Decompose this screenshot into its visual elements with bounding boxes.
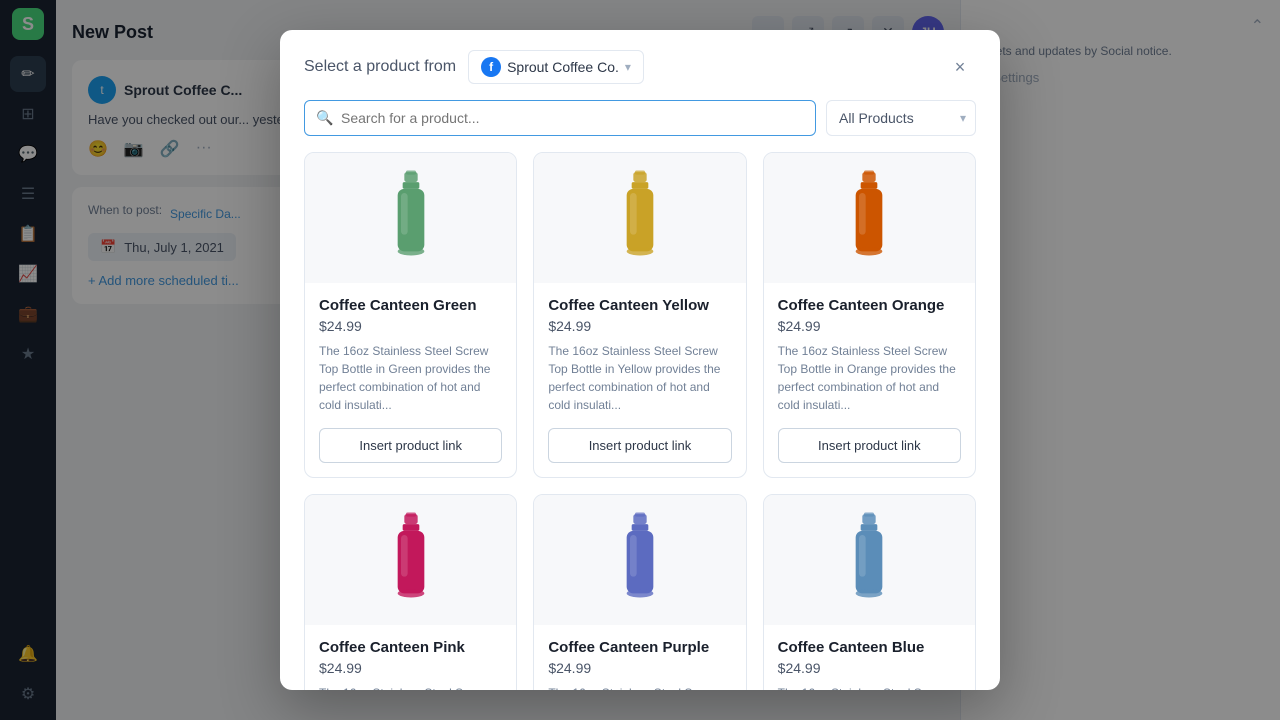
product-price-orange: $24.99 (778, 318, 961, 334)
source-name: Sprout Coffee Co. (507, 59, 619, 75)
product-desc-blue: The 16oz Stainless Steel Screw Top Bottl… (778, 684, 961, 690)
product-card-orange: Coffee Canteen Orange $24.99 The 16oz St… (763, 152, 976, 478)
product-name-pink: Coffee Canteen Pink (319, 639, 502, 656)
product-price-blue: $24.99 (778, 660, 961, 676)
product-info-yellow: Coffee Canteen Yellow $24.99 The 16oz St… (534, 283, 745, 428)
product-image-yellow (534, 153, 745, 283)
filter-select[interactable]: All Products Featured On Sale (826, 100, 976, 136)
product-name-purple: Coffee Canteen Purple (548, 639, 731, 656)
product-modal: Select a product from f Sprout Coffee Co… (280, 30, 1000, 690)
modal-body: Coffee Canteen Green $24.99 The 16oz Sta… (280, 152, 1000, 690)
insert-link-button-yellow[interactable]: Insert product link (548, 428, 731, 463)
product-name-orange: Coffee Canteen Orange (778, 297, 961, 314)
product-desc-pink: The 16oz Stainless Steel Screw Top Bottl… (319, 684, 502, 690)
product-price-yellow: $24.99 (548, 318, 731, 334)
product-name-yellow: Coffee Canteen Yellow (548, 297, 731, 314)
modal-close-button[interactable]: × (944, 51, 976, 83)
product-desc-orange: The 16oz Stainless Steel Screw Top Bottl… (778, 342, 961, 414)
product-card-green: Coffee Canteen Green $24.99 The 16oz Sta… (304, 152, 517, 478)
product-card-blue: Coffee Canteen Blue $24.99 The 16oz Stai… (763, 494, 976, 690)
product-price-purple: $24.99 (548, 660, 731, 676)
product-price-green: $24.99 (319, 318, 502, 334)
product-name-blue: Coffee Canteen Blue (778, 639, 961, 656)
product-image-green (305, 153, 516, 283)
modal-title: Select a product from (304, 58, 456, 76)
product-info-green: Coffee Canteen Green $24.99 The 16oz Sta… (305, 283, 516, 428)
product-image-purple (534, 495, 745, 625)
product-info-blue: Coffee Canteen Blue $24.99 The 16oz Stai… (764, 625, 975, 690)
product-price-pink: $24.99 (319, 660, 502, 676)
product-info-orange: Coffee Canteen Orange $24.99 The 16oz St… (764, 283, 975, 428)
search-box: 🔍 (304, 100, 816, 136)
source-selector[interactable]: f Sprout Coffee Co. ▾ (468, 50, 644, 84)
chevron-down-icon: ▾ (625, 60, 631, 74)
modal-search-row: 🔍 All Products Featured On Sale ▾ (280, 100, 1000, 152)
insert-link-button-orange[interactable]: Insert product link (778, 428, 961, 463)
products-grid: Coffee Canteen Green $24.99 The 16oz Sta… (304, 152, 976, 690)
product-image-blue (764, 495, 975, 625)
modal-overlay: Select a product from f Sprout Coffee Co… (0, 0, 1280, 720)
product-card-yellow: Coffee Canteen Yellow $24.99 The 16oz St… (533, 152, 746, 478)
product-name-green: Coffee Canteen Green (319, 297, 502, 314)
product-image-orange (764, 153, 975, 283)
product-card-purple: Coffee Canteen Purple $24.99 The 16oz St… (533, 494, 746, 690)
modal-title-row: Select a product from f Sprout Coffee Co… (304, 50, 644, 84)
product-info-pink: Coffee Canteen Pink $24.99 The 16oz Stai… (305, 625, 516, 690)
insert-link-button-green[interactable]: Insert product link (319, 428, 502, 463)
product-desc-yellow: The 16oz Stainless Steel Screw Top Bottl… (548, 342, 731, 414)
facebook-icon: f (481, 57, 501, 77)
product-card-pink: Coffee Canteen Pink $24.99 The 16oz Stai… (304, 494, 517, 690)
filter-wrapper: All Products Featured On Sale ▾ (826, 100, 976, 136)
product-info-purple: Coffee Canteen Purple $24.99 The 16oz St… (534, 625, 745, 690)
product-image-pink (305, 495, 516, 625)
modal-header: Select a product from f Sprout Coffee Co… (280, 30, 1000, 100)
product-desc-purple: The 16oz Stainless Steel Screw Top Bottl… (548, 684, 731, 690)
search-input[interactable] (304, 100, 816, 136)
product-desc-green: The 16oz Stainless Steel Screw Top Bottl… (319, 342, 502, 414)
search-icon: 🔍 (316, 110, 333, 127)
